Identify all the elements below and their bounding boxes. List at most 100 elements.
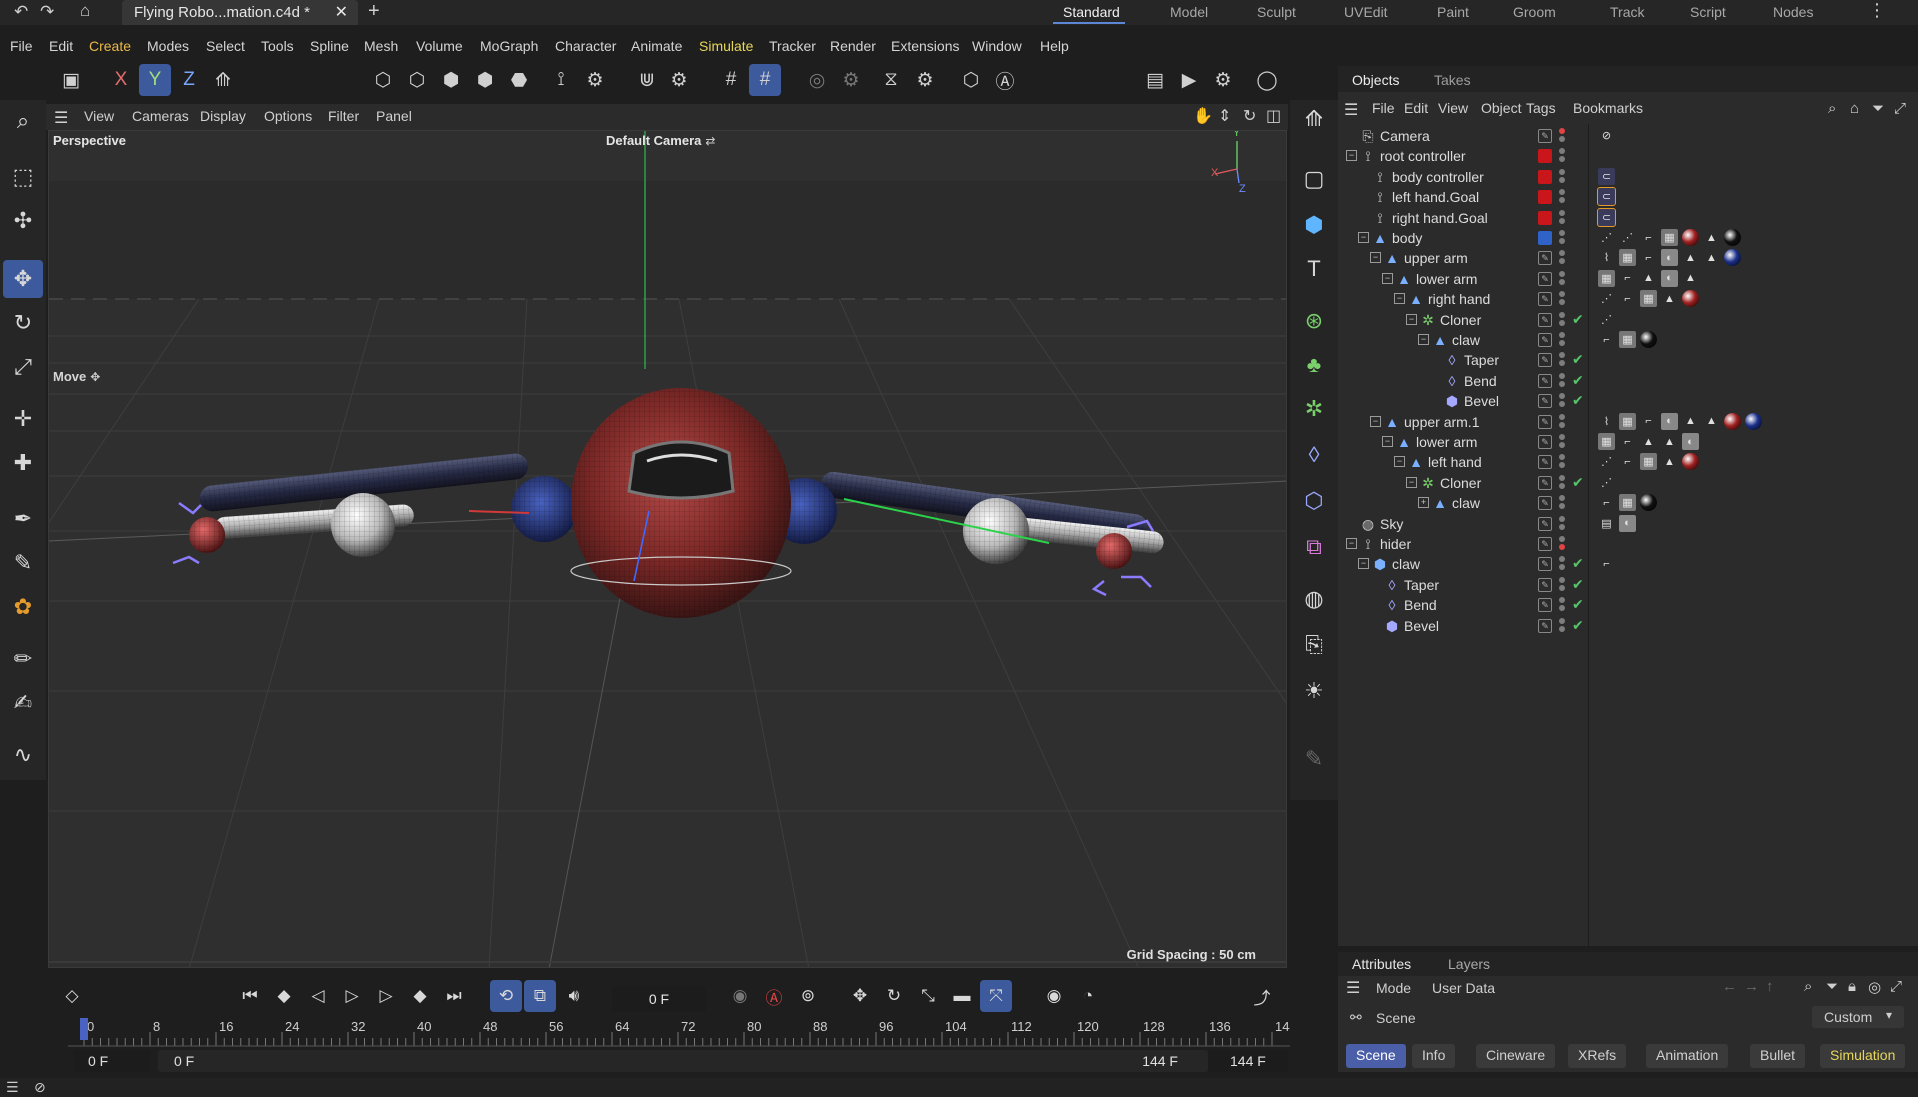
timeline-settings-icon[interactable]: ◔ bbox=[1072, 980, 1104, 1012]
layer-edit-icon[interactable]: ✎ bbox=[1538, 414, 1552, 429]
current-frame-field[interactable]: 0 F bbox=[612, 986, 706, 1012]
key-scale-icon[interactable]: ⤡ bbox=[912, 980, 944, 1012]
move-tool-icon[interactable]: ✥ bbox=[3, 260, 43, 298]
layer-edit-icon[interactable]: ✎ bbox=[1538, 537, 1552, 551]
material-tag-icon[interactable] bbox=[1745, 412, 1762, 430]
layer-edit-icon[interactable]: ✎ bbox=[1538, 618, 1552, 633]
tag-icon[interactable]: ▲ bbox=[1703, 412, 1720, 430]
paint-tool-icon[interactable]: ✍ bbox=[3, 684, 43, 722]
collapse-toggle[interactable]: − bbox=[1346, 150, 1357, 162]
menu-render[interactable]: Render bbox=[830, 38, 876, 54]
brush-tool-icon[interactable]: ✏ bbox=[3, 640, 43, 678]
coordinate-system-icon[interactable]: ⟰ bbox=[207, 64, 239, 96]
spline-pen-icon[interactable]: ✎ bbox=[3, 544, 43, 582]
collapse-toggle[interactable]: − bbox=[1358, 558, 1369, 570]
play-icon[interactable]: ▷ bbox=[336, 980, 368, 1012]
tag-icon[interactable]: ▤ bbox=[1598, 514, 1615, 532]
viewport-menu-view[interactable]: View bbox=[84, 108, 114, 124]
soft-selection-icon[interactable]: ◎ bbox=[801, 64, 833, 96]
layer-edit-icon[interactable]: ✎ bbox=[1538, 373, 1552, 388]
layout-tab-track[interactable]: Track bbox=[1610, 4, 1644, 20]
tag-icon[interactable]: ⋰ bbox=[1619, 229, 1636, 246]
layer-edit-icon[interactable]: ✎ bbox=[1538, 333, 1552, 347]
layout-tab-model[interactable]: Model bbox=[1170, 4, 1208, 20]
tag-icon[interactable]: ▲ bbox=[1661, 290, 1678, 308]
om-search-icon[interactable]: ⌕ bbox=[1828, 100, 1836, 117]
material-tag-icon[interactable] bbox=[1682, 229, 1699, 246]
visibility-dots[interactable] bbox=[1558, 473, 1566, 493]
range-end-field[interactable]: 144 F bbox=[1208, 1050, 1288, 1072]
attr-search-icon[interactable]: ⌕ bbox=[1804, 978, 1812, 995]
layer-color-swatch[interactable] bbox=[1538, 231, 1552, 245]
subtab-scene[interactable]: Scene bbox=[1346, 1044, 1406, 1068]
sketch-tool-icon[interactable]: ✿ bbox=[3, 588, 43, 626]
tag-icon[interactable]: ▦ bbox=[1640, 453, 1657, 471]
viewport-menu-display[interactable]: Display bbox=[200, 108, 246, 124]
layout-tab-paint[interactable]: Paint bbox=[1437, 4, 1469, 20]
snap-settings-icon[interactable]: ⚙ bbox=[663, 64, 695, 96]
pen-tool-icon[interactable]: ✒ bbox=[3, 500, 43, 538]
material-tag-icon[interactable] bbox=[1724, 229, 1741, 246]
tag-icon[interactable]: ⌐ bbox=[1640, 412, 1657, 430]
mode-menu[interactable]: Mode bbox=[1376, 980, 1411, 996]
pan-view-icon[interactable]: ✋ bbox=[1193, 106, 1213, 126]
visibility-dots[interactable] bbox=[1558, 208, 1566, 228]
tag-icon[interactable]: ▦ bbox=[1619, 331, 1636, 348]
menu-tools[interactable]: Tools bbox=[261, 38, 294, 54]
tag-icon[interactable]: ⌐ bbox=[1598, 331, 1615, 348]
visibility-dots[interactable] bbox=[1558, 493, 1566, 513]
tag-icon[interactable]: ⌐ bbox=[1619, 269, 1636, 287]
menu-animate[interactable]: Animate bbox=[631, 38, 682, 54]
layout-tab-script[interactable]: Script bbox=[1690, 4, 1726, 20]
visibility-dots[interactable] bbox=[1558, 289, 1566, 309]
preview-range-slider[interactable]: 0 F 144 F bbox=[158, 1050, 1208, 1072]
generators-icon[interactable]: ⊛ bbox=[1294, 302, 1334, 340]
visibility-dots[interactable] bbox=[1558, 534, 1566, 554]
material-tag-icon[interactable] bbox=[1682, 453, 1699, 471]
layout-tab-nodes[interactable]: Nodes bbox=[1773, 4, 1813, 20]
tag-icon[interactable]: ▦ bbox=[1598, 269, 1615, 287]
camera-selector[interactable]: Default Camera ⇄ bbox=[606, 133, 715, 148]
layout-tab-groom[interactable]: Groom bbox=[1513, 4, 1556, 20]
tag-icon[interactable]: ▲ bbox=[1640, 433, 1657, 450]
material-tag-icon[interactable] bbox=[1724, 412, 1741, 430]
tag-icon[interactable]: ⋰ bbox=[1598, 453, 1615, 471]
render-region-icon[interactable]: ▤ bbox=[1139, 64, 1171, 96]
create-spline-icon[interactable]: ▢ bbox=[1294, 160, 1334, 198]
menu-modes[interactable]: Modes bbox=[147, 38, 189, 54]
layer-color-swatch[interactable] bbox=[1538, 169, 1552, 184]
om-column-divider[interactable] bbox=[1588, 124, 1589, 954]
subtab-simulation[interactable]: Simulation bbox=[1820, 1044, 1906, 1068]
menu-help[interactable]: Help bbox=[1040, 38, 1069, 54]
undo-icon[interactable]: ↶ bbox=[14, 2, 28, 22]
layer-edit-icon[interactable]: ✎ bbox=[1538, 394, 1552, 409]
target-icon[interactable]: ◎ bbox=[1868, 978, 1881, 996]
collapse-toggle[interactable]: − bbox=[1406, 313, 1417, 325]
key-position-icon[interactable]: ✥ bbox=[844, 980, 876, 1012]
light-icon[interactable]: ☀ bbox=[1294, 672, 1334, 710]
subtab-info[interactable]: Info bbox=[1412, 1044, 1456, 1068]
range-start-field[interactable]: 0 F bbox=[74, 1050, 150, 1072]
layer-edit-icon[interactable]: ✎ bbox=[1538, 129, 1552, 143]
redo-icon[interactable]: ↷ bbox=[40, 2, 54, 22]
menu-edit[interactable]: Edit bbox=[49, 38, 73, 54]
tag-icon[interactable]: ▦ bbox=[1640, 290, 1657, 308]
tag-icon[interactable]: ⋰ bbox=[1598, 290, 1615, 308]
collapse-toggle[interactable]: − bbox=[1346, 538, 1357, 549]
subtab-animation[interactable]: Animation bbox=[1646, 1044, 1729, 1068]
subtab-cineware[interactable]: Cineware bbox=[1476, 1044, 1556, 1068]
collapse-toggle[interactable]: − bbox=[1394, 456, 1405, 468]
sketch-style-icon[interactable]: ✎ bbox=[1294, 740, 1334, 778]
tag-icon[interactable]: ▦ bbox=[1598, 433, 1615, 450]
tag-icon[interactable]: ⊂ bbox=[1597, 207, 1616, 227]
viewport-hamburger-icon[interactable]: ☰ bbox=[54, 108, 68, 128]
enabled-check-icon[interactable]: ✔ bbox=[1572, 617, 1584, 634]
visibility-dots[interactable] bbox=[1558, 554, 1566, 574]
layer-edit-icon[interactable]: ✎ bbox=[1538, 475, 1552, 490]
material-tag-icon[interactable] bbox=[1724, 249, 1741, 267]
soft-selection-settings-icon[interactable]: ⚙ bbox=[835, 64, 867, 96]
visibility-dots[interactable] bbox=[1558, 452, 1566, 472]
layout-tab-uvedit[interactable]: UVEdit bbox=[1344, 4, 1388, 20]
om-menu-edit[interactable]: Edit bbox=[1404, 100, 1428, 116]
visibility-dots[interactable] bbox=[1558, 146, 1566, 166]
